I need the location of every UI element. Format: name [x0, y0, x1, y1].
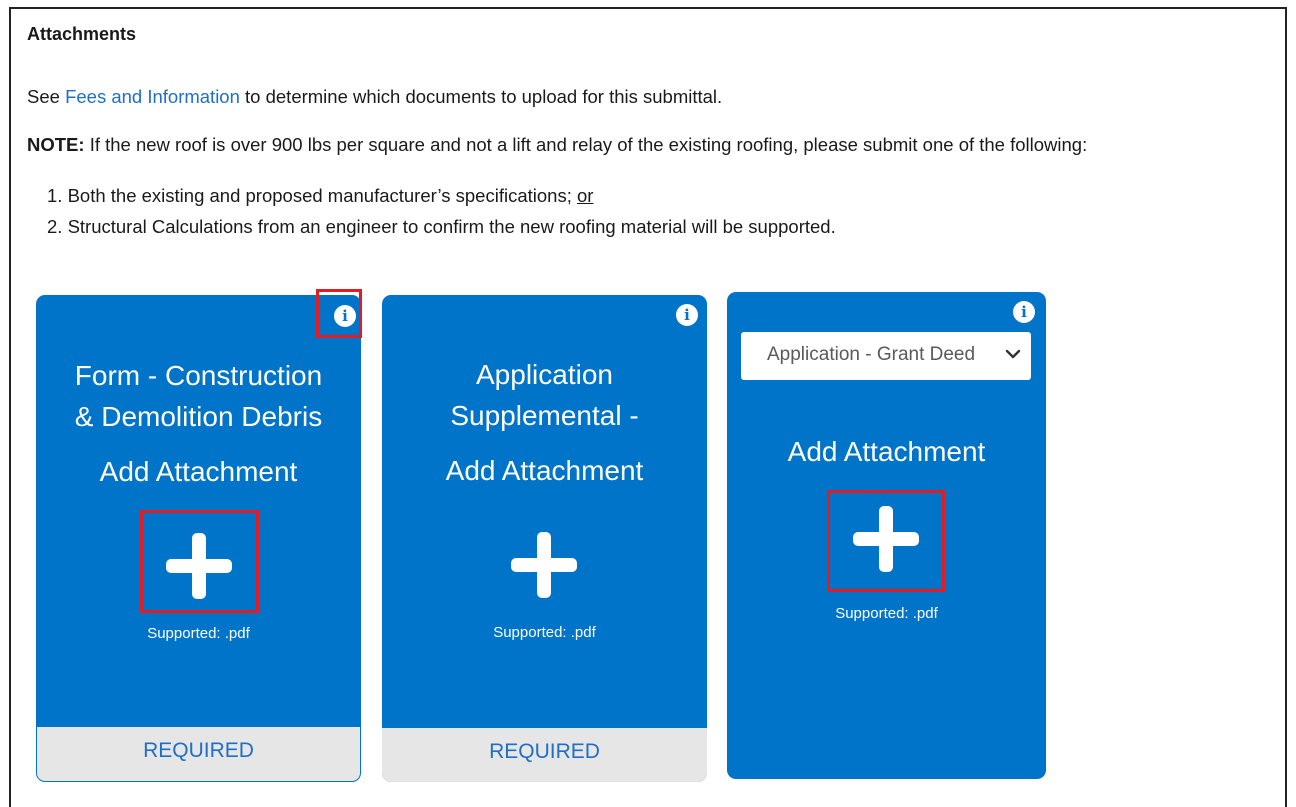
supported-types: Supported: .pdf	[147, 625, 250, 642]
info-icon[interactable]: i	[676, 304, 698, 326]
list-item: 1. Both the existing and proposed manufa…	[47, 185, 594, 206]
highlight-box	[140, 510, 259, 613]
card-title-line2: & Demolition Debris	[74, 401, 323, 432]
list-item: 2. Structural Calculations from an engin…	[47, 216, 836, 237]
select-value: Application - Grant Deed	[767, 344, 976, 365]
card-title-line1: Form - Construction	[74, 360, 323, 391]
plus-icon[interactable]	[511, 532, 577, 598]
note-label: NOTE:	[27, 134, 85, 155]
document-type-select[interactable]: Application - Grant Deed	[741, 332, 1031, 380]
card-title-line1: Application	[476, 359, 613, 390]
info-icon[interactable]: i	[1013, 301, 1035, 323]
attachment-card-application-supplemental: i Application Supplemental - Add Attachm…	[382, 295, 707, 782]
add-attachment-label: Add Attachment	[99, 456, 298, 487]
intro-text: See Fees and Information to determine wh…	[27, 86, 723, 107]
add-attachment-label: Add Attachment	[445, 455, 644, 486]
card-title-line2: Supplemental -	[450, 400, 639, 431]
note-text: NOTE: If the new roof is over 900 lbs pe…	[27, 134, 1088, 155]
chevron-down-icon	[1005, 349, 1021, 359]
fees-information-link[interactable]: Fees and Information	[65, 86, 240, 107]
requirements-list: 1. Both the existing and proposed manufa…	[47, 180, 836, 242]
highlight-box	[316, 289, 362, 338]
supported-types: Supported: .pdf	[835, 605, 938, 622]
section-title: Attachments	[27, 24, 137, 44]
required-badge: REQUIRED	[382, 728, 707, 782]
highlight-box	[827, 490, 945, 592]
required-badge: REQUIRED	[37, 727, 360, 781]
supported-types: Supported: .pdf	[493, 624, 596, 641]
add-attachment-label: Add Attachment	[787, 436, 986, 467]
